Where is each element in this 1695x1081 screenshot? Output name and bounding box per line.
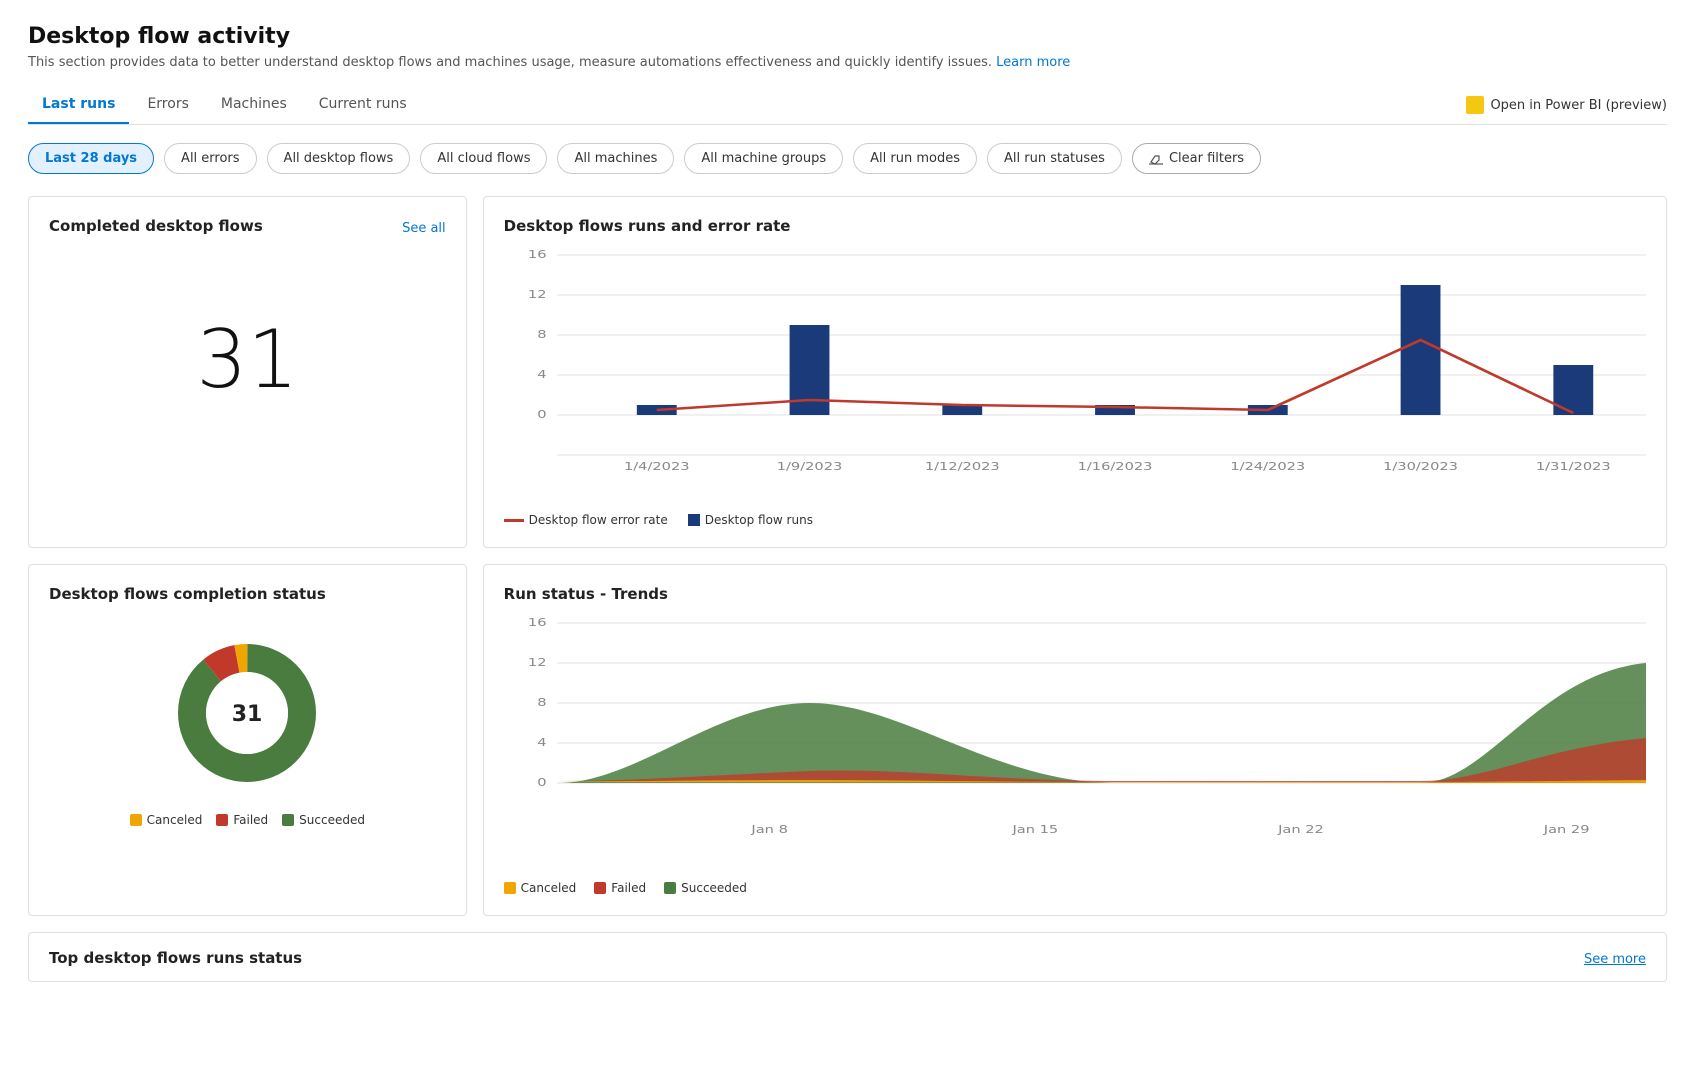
svg-text:8: 8 (537, 329, 546, 342)
svg-text:1/12/2023: 1/12/2023 (924, 461, 999, 474)
trends-canceled-icon (504, 882, 516, 894)
svg-text:4: 4 (537, 737, 546, 750)
svg-text:1/30/2023: 1/30/2023 (1383, 461, 1458, 474)
succeeded-icon (282, 814, 294, 826)
svg-text:Jan 8: Jan 8 (750, 824, 788, 837)
trends-legend-succeeded: Succeeded (664, 881, 747, 895)
main-grid-bottom: Desktop flows completion status 31 (28, 564, 1667, 916)
completion-status-card: Desktop flows completion status 31 (28, 564, 467, 916)
svg-text:Jan 22: Jan 22 (1277, 824, 1324, 837)
svg-text:1/16/2023: 1/16/2023 (1077, 461, 1152, 474)
donut-chart: 31 (167, 633, 327, 793)
eraser-icon (1149, 152, 1163, 166)
svg-text:Jan 15: Jan 15 (1011, 824, 1058, 837)
run-status-trends-title: Run status - Trends (504, 585, 1646, 603)
tab-current-runs[interactable]: Current runs (305, 86, 421, 124)
trends-succeeded-icon (664, 882, 676, 894)
bar-line-chart-svg: 16 12 8 4 0 (504, 245, 1646, 485)
tab-errors[interactable]: Errors (133, 86, 202, 124)
see-more-link[interactable]: See more (1584, 952, 1646, 967)
svg-text:1/4/2023: 1/4/2023 (624, 461, 690, 474)
filter-allmachinegroups[interactable]: All machine groups (684, 143, 843, 174)
trends-legend-canceled: Canceled (504, 881, 577, 895)
filter-clearfilters[interactable]: Clear filters (1132, 143, 1261, 174)
page-container: Desktop flow activity This section provi… (0, 0, 1695, 1081)
legend-runs: Desktop flow runs (688, 513, 813, 527)
donut-chart-container: 31 Canceled Failed Succeeded (49, 613, 446, 827)
completed-flows-title: Completed desktop flows (49, 217, 263, 235)
svg-text:4: 4 (537, 369, 546, 382)
filter-allcloudflows[interactable]: All cloud flows (420, 143, 547, 174)
legend-canceled: Canceled (130, 813, 203, 827)
completed-flows-header: Completed desktop flows See all (49, 217, 446, 239)
powerbi-link[interactable]: Open in Power BI (preview) (1466, 96, 1667, 114)
tab-machines[interactable]: Machines (207, 86, 301, 124)
legend-succeeded: Succeeded (282, 813, 365, 827)
page-header: Desktop flow activity This section provi… (28, 24, 1667, 70)
svg-text:0: 0 (537, 777, 546, 790)
svg-text:12: 12 (528, 657, 547, 670)
legend-failed: Failed (216, 813, 268, 827)
runs-error-legend: Desktop flow error rate Desktop flow run… (504, 513, 1646, 527)
canceled-icon (130, 814, 142, 826)
runs-bar-icon (688, 514, 700, 526)
tabs-bar: Last runs Errors Machines Current runs O… (28, 86, 1667, 125)
powerbi-icon (1466, 96, 1484, 114)
filter-allerrors[interactable]: All errors (164, 143, 257, 174)
svg-text:12: 12 (528, 289, 547, 302)
runs-error-rate-card: Desktop flows runs and error rate 16 12 … (483, 196, 1667, 548)
trends-legend: Canceled Failed Succeeded (504, 881, 1646, 895)
svg-text:Jan 29: Jan 29 (1542, 824, 1589, 837)
filters-bar: Last 28 days All errors All desktop flow… (28, 143, 1667, 174)
trends-legend-failed: Failed (594, 881, 646, 895)
completed-flows-card: Completed desktop flows See all 31 (28, 196, 467, 548)
svg-text:1/9/2023: 1/9/2023 (776, 461, 842, 474)
top-runs-card: Top desktop flows runs status See more (28, 932, 1667, 982)
svg-text:16: 16 (528, 617, 547, 630)
svg-text:16: 16 (528, 249, 547, 262)
filter-allrunstatuses[interactable]: All run statuses (987, 143, 1122, 174)
page-subtitle: This section provides data to better und… (28, 55, 1667, 70)
trends-failed-icon (594, 882, 606, 894)
svg-text:31: 31 (232, 702, 263, 727)
legend-error-rate: Desktop flow error rate (504, 513, 668, 527)
trends-chart: 16 12 8 4 0 Jan 8 Jan 15 Jan 22 Jan 29 (504, 613, 1646, 873)
donut-svg: 31 (167, 633, 327, 793)
error-rate-line-icon (504, 519, 524, 522)
filter-allmachines[interactable]: All machines (557, 143, 674, 174)
filter-allrunmodes[interactable]: All run modes (853, 143, 977, 174)
completion-status-title: Desktop flows completion status (49, 585, 446, 603)
failed-icon (216, 814, 228, 826)
tab-last-runs[interactable]: Last runs (28, 86, 129, 124)
svg-text:0: 0 (537, 409, 546, 422)
learn-more-link[interactable]: Learn more (996, 55, 1070, 70)
filter-last28days[interactable]: Last 28 days (28, 143, 154, 174)
page-title: Desktop flow activity (28, 24, 1667, 49)
top-runs-title: Top desktop flows runs status (49, 949, 302, 967)
completed-flows-count: 31 (49, 249, 446, 469)
run-status-trends-card: Run status - Trends 16 12 8 4 0 (483, 564, 1667, 916)
svg-text:1/31/2023: 1/31/2023 (1536, 461, 1611, 474)
svg-text:1/24/2023: 1/24/2023 (1230, 461, 1305, 474)
main-grid-top: Completed desktop flows See all 31 Deskt… (28, 196, 1667, 548)
top-runs-row: Top desktop flows runs status See more (49, 949, 1646, 969)
area-chart-svg: 16 12 8 4 0 Jan 8 Jan 15 Jan 22 Jan 29 (504, 613, 1646, 853)
runs-error-rate-chart: 16 12 8 4 0 (504, 245, 1646, 505)
runs-error-rate-title: Desktop flows runs and error rate (504, 217, 1646, 235)
svg-text:8: 8 (537, 697, 546, 710)
filter-alldesktopflows[interactable]: All desktop flows (267, 143, 411, 174)
donut-legend: Canceled Failed Succeeded (130, 813, 365, 827)
see-all-link[interactable]: See all (402, 221, 446, 236)
